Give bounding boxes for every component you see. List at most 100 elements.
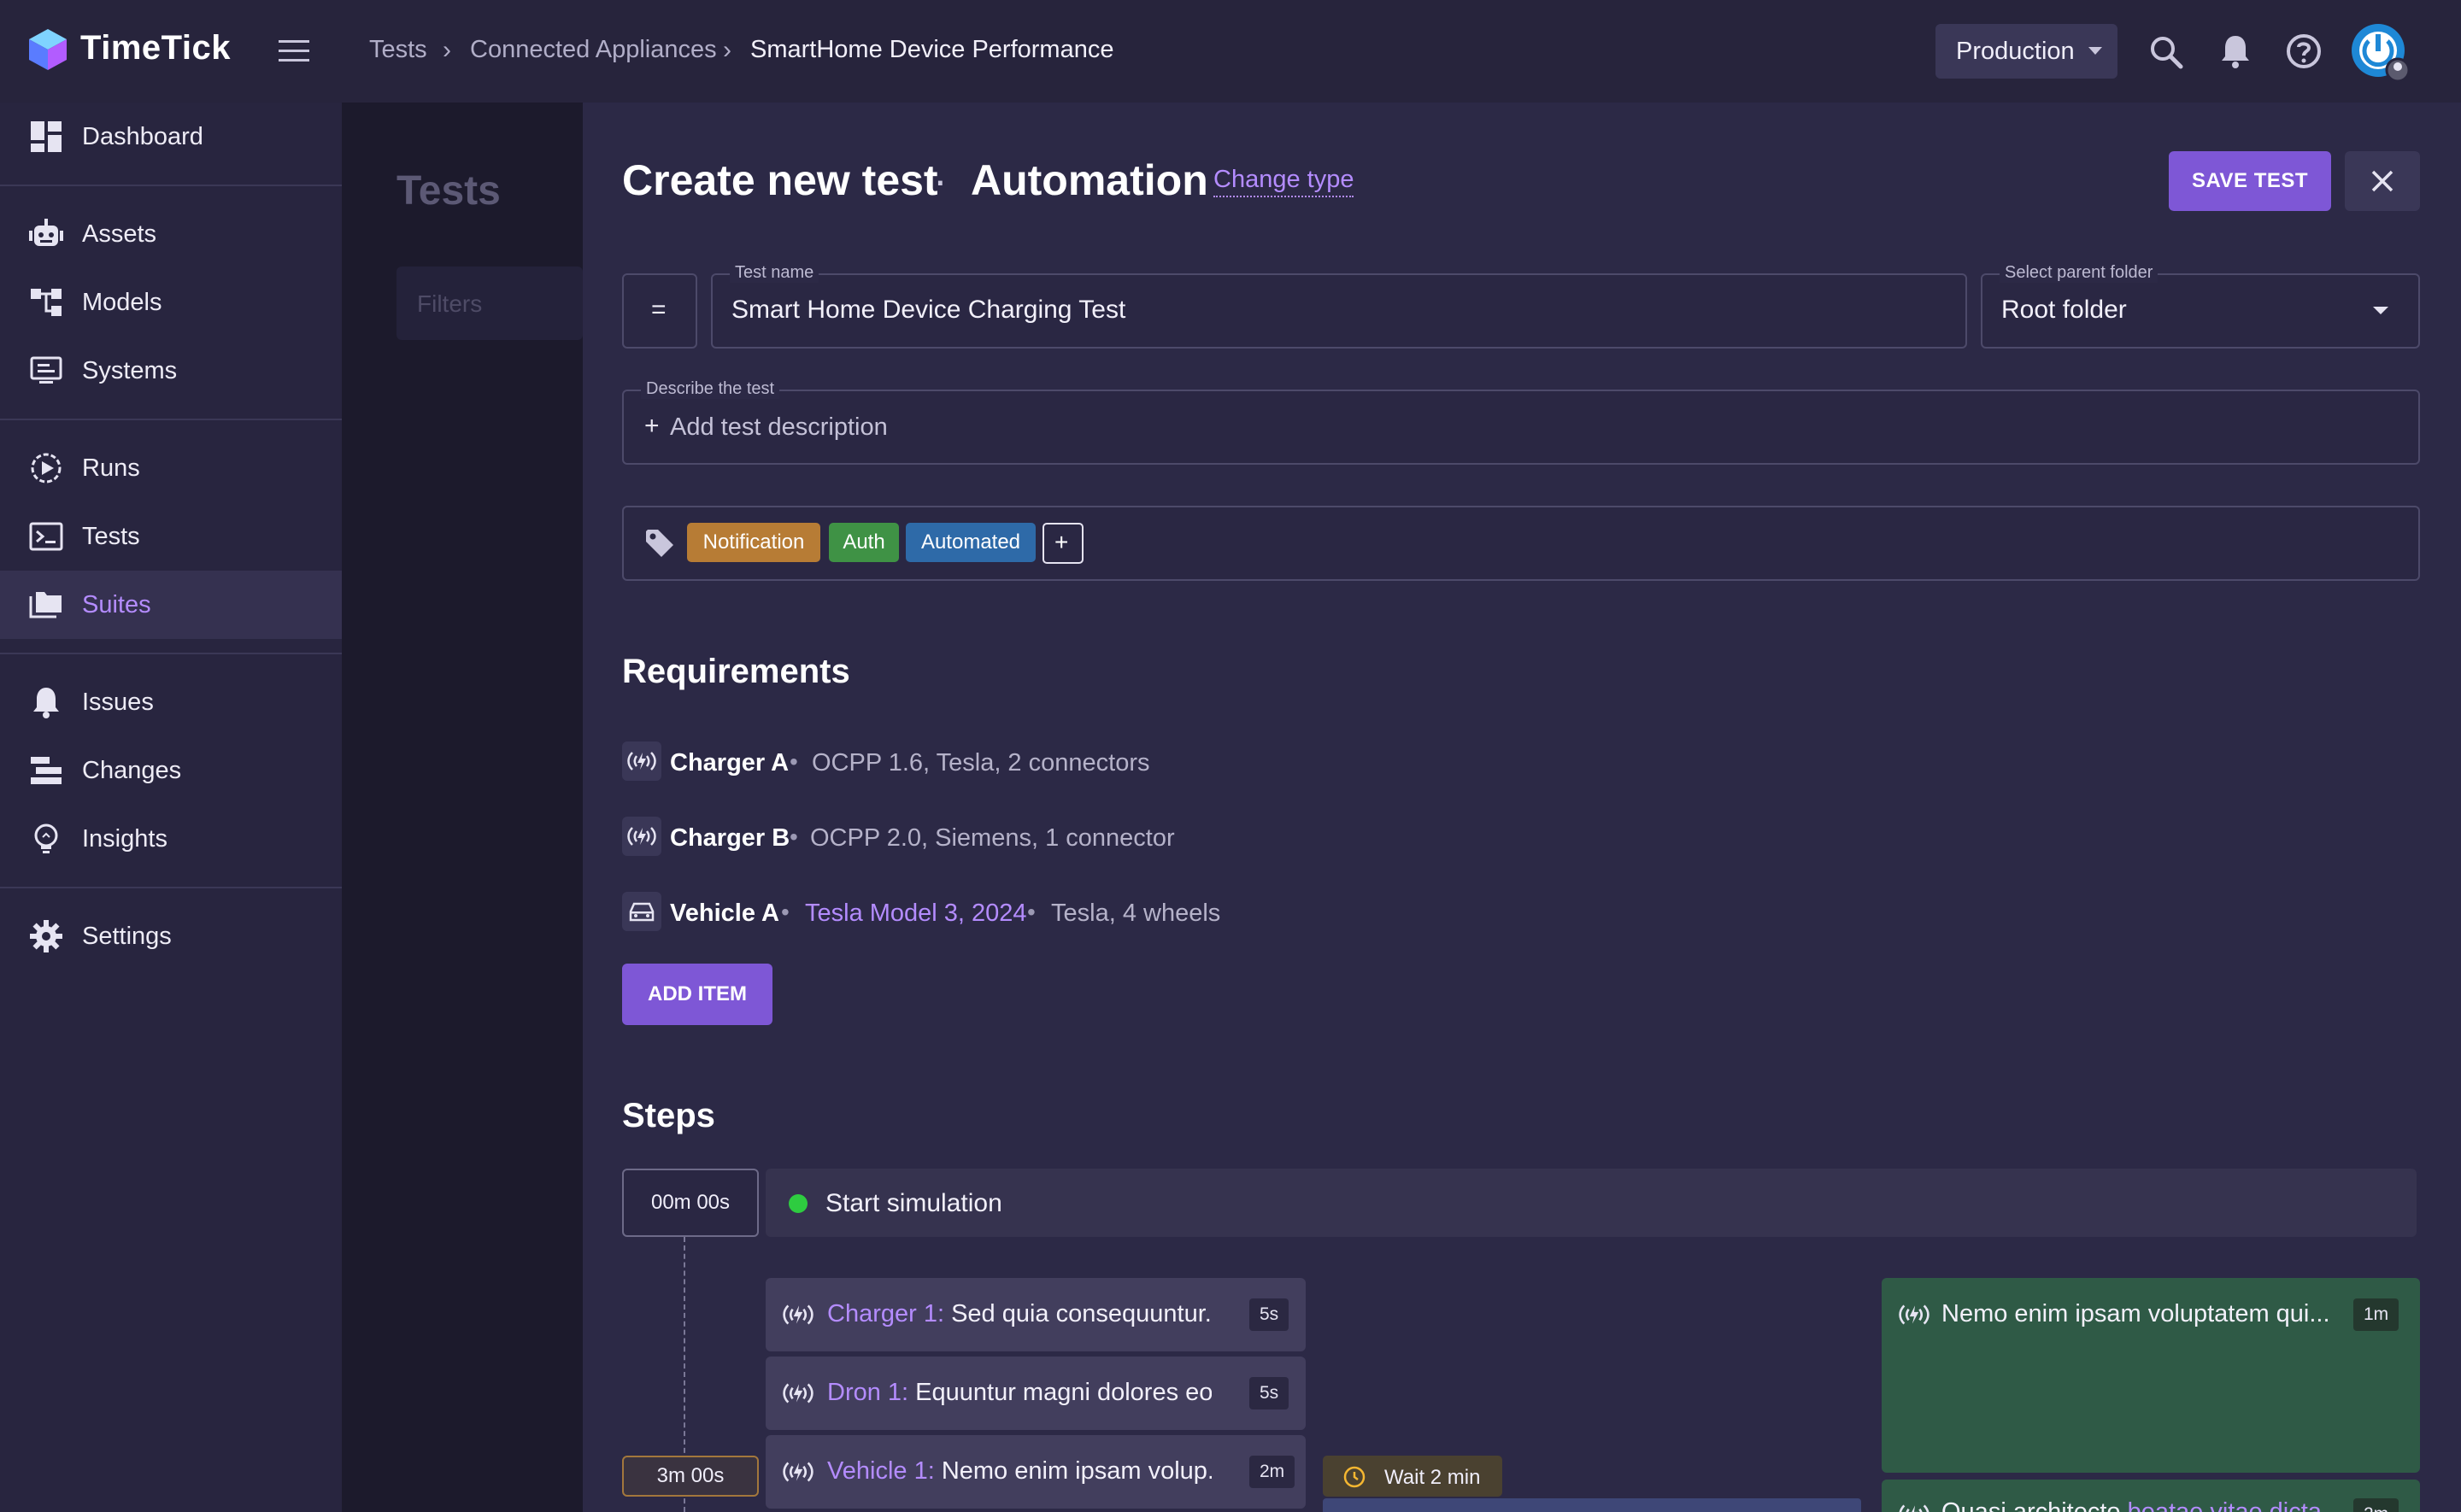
close-panel-button[interactable] [2345,151,2420,211]
parent-folder-value: Root folder [2001,296,2127,324]
sidebar-item-runs[interactable]: Runs [0,434,342,502]
step-card[interactable]: Dron 1: Equuntur magni dolores eos 5s [766,1357,1306,1430]
sidebar-item-insights[interactable]: Insights [0,805,342,873]
tag-notification[interactable]: Notification [687,523,820,562]
help-icon[interactable] [2285,32,2323,70]
device-signal-icon [783,1459,813,1485]
background-filters: Filters [396,267,583,340]
robot-icon [29,217,63,251]
requirement-item[interactable]: Vehicle A • Tesla Model 3, 2024 • Tesla,… [622,892,1648,933]
change-type-link[interactable]: Change type [1213,166,1354,197]
test-name-label: Test name [730,263,819,283]
step-duration: 2m [1249,1456,1295,1488]
breadcrumb-item-tests[interactable]: Tests [369,36,427,64]
changes-icon [29,753,63,788]
sidebar-item-systems[interactable]: Systems [0,337,342,405]
step-time-marker: 3m 00s [622,1456,759,1497]
step-link[interactable]: beatae vitae dicta [2128,1498,2322,1512]
sidebar-item-suites[interactable]: Suites [0,571,342,639]
step-duration: 5s [1249,1377,1289,1409]
drag-handle-glyph: = [651,296,667,324]
requirement-dot: • [790,823,798,850]
sidebar-item-models[interactable]: Models [0,268,342,337]
requirement-item[interactable]: Charger A • OCPP 1.6, Tesla, 2 connector… [622,741,1648,782]
sidebar-item-tests[interactable]: Tests [0,502,342,571]
notifications-bell-icon[interactable] [2218,32,2252,70]
step-device: Charger 1: [827,1300,945,1327]
sidebar-divider [0,653,342,654]
start-simulation-step[interactable]: Start simulation [766,1169,2417,1237]
sidebar-divider [0,887,342,888]
menu-icon[interactable] [277,38,311,65]
save-test-button[interactable]: SAVE TEST [2169,151,2331,211]
description-field[interactable]: Describe the test + Add test description [622,379,2420,465]
title-separator: · [933,156,948,204]
requirement-dot: • [781,899,790,925]
tag-automated[interactable]: Automated [906,523,1036,562]
app-name: TimeTick [80,29,231,67]
app-logo-icon[interactable] [27,27,68,72]
tag-label: Automated [920,530,1021,554]
environment-select[interactable]: Production [1935,24,2117,79]
requirement-name: Charger B [670,824,790,852]
clock-icon [1343,1466,1366,1488]
sidebar-item-label: Issues [82,689,154,716]
panel-title: Create new test [622,156,938,204]
breadcrumb-item-connected-appliances[interactable]: Connected Appliances [470,36,717,64]
dashboard-icon [29,120,63,154]
step-description: Sed quia consequuntur... [951,1300,1212,1327]
sidebar-item-label: Changes [82,757,182,784]
requirement-name: Vehicle A [670,900,779,927]
requirement-item[interactable]: Charger B • OCPP 2.0, Siemens, 1 connect… [622,817,1648,858]
requirement-detail: Tesla, 4 wheels [1051,900,1221,927]
step-text: Charger 1: Sed quia consequuntur... [827,1300,1212,1328]
sidebar-item-dashboard[interactable]: Dashboard [0,103,342,171]
requirements-heading: Requirements [622,653,850,690]
step-device: Dron 1: [827,1379,909,1406]
add-tag-button[interactable]: + [1043,523,1084,564]
user-avatar[interactable] [2350,22,2410,82]
device-signal-icon [783,1302,813,1327]
step-duration: 5s [1249,1298,1289,1331]
step-duration: 2m [2353,1498,2399,1512]
chevron-down-icon [2088,47,2102,55]
charger-icon [622,817,661,856]
step-time-start: 00m 00s [622,1169,759,1237]
sidebar-item-assets[interactable]: Assets [0,200,342,268]
sidebar-item-settings[interactable]: Settings [0,902,342,970]
test-name-field[interactable]: Test name Smart Home Device Charging Tes… [711,263,1967,349]
sidebar-item-label: Models [82,289,162,316]
systems-icon [29,354,63,388]
parent-folder-select[interactable]: Select parent folder Root folder [1981,263,2420,349]
sidebar-item-label: Dashboard [82,123,203,150]
sidebar-item-changes[interactable]: Changes [0,736,342,805]
tag-label: Notification [702,530,805,554]
plus-icon: + [1054,529,1069,555]
gear-icon [29,919,63,953]
step-card[interactable]: Vehicle 1: Nemo enim ipsam volup... 2m [766,1435,1306,1509]
step-text: Quasi architecto beatae vitae dicta [1941,1498,2322,1512]
sidebar-item-issues[interactable]: Issues [0,668,342,736]
step-card[interactable]: Charger 1: Sed quia consequuntur... 5s [766,1278,1306,1351]
requirement-detail: OCPP 1.6, Tesla, 2 connectors [812,749,1150,777]
add-description-plus-icon: + [644,412,660,440]
test-type-label: Automation [971,156,1208,204]
search-icon[interactable] [2148,34,2184,70]
step-description: Nemo enim ipsam voluptatem qui... [1941,1300,2330,1327]
sidebar-item-label: Settings [82,923,172,950]
description-placeholder[interactable]: Add test description [670,413,888,442]
terminal-icon [29,519,63,554]
breadcrumb-separator-icon: › [723,36,731,64]
device-signal-icon [1899,1304,1929,1325]
description-label: Describe the test [641,379,780,399]
test-name-input[interactable]: Smart Home Device Charging Test [731,296,1125,325]
add-item-button[interactable]: ADD ITEM [622,964,772,1025]
requirement-dot: • [790,748,798,775]
tag-auth[interactable]: Auth [829,523,899,562]
requirement-model-link[interactable]: Tesla Model 3, 2024 [805,900,1027,928]
wait-step[interactable]: Wait 2 min [1323,1456,1502,1497]
drag-handle-button[interactable]: = [622,273,697,349]
parallel-step-card[interactable]: Nemo enim ipsam voluptatem qui... 1m [1882,1278,2420,1473]
sidebar-item-label: Runs [82,454,140,482]
parallel-step-card[interactable]: Quasi architecto beatae vitae dicta 2m [1882,1480,2420,1512]
